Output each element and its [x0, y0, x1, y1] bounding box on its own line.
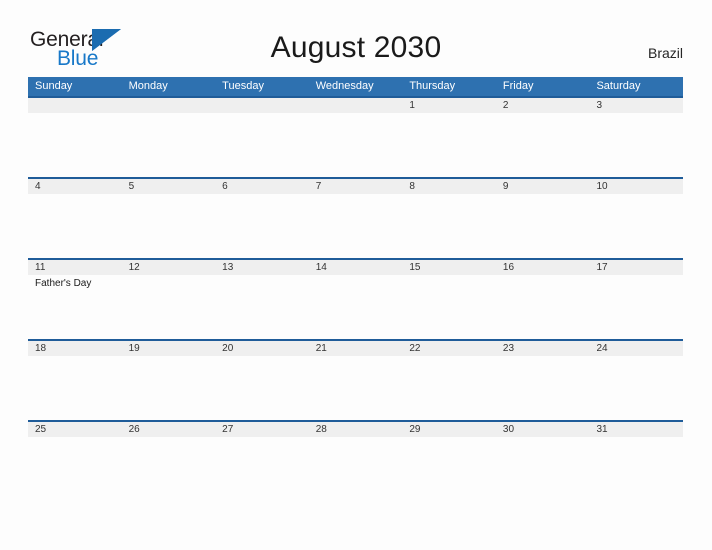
weekday-header-monday: Monday	[128, 80, 168, 92]
day-cell-note[interactable]	[215, 113, 309, 177]
day-cell-note[interactable]	[309, 437, 403, 501]
day-cell-note[interactable]	[402, 194, 496, 258]
weekday-header-sunday: Sunday	[35, 80, 73, 92]
day-number[interactable]: 31	[589, 422, 683, 437]
day-cell-note[interactable]	[589, 194, 683, 258]
day-number[interactable]	[122, 98, 216, 113]
day-cell-note[interactable]	[402, 437, 496, 501]
day-cell-note[interactable]	[589, 275, 683, 339]
day-number[interactable]: 24	[589, 341, 683, 356]
weekday-header-thursday: Thursday	[409, 80, 456, 92]
weekday-header-tuesday: Tuesday	[222, 80, 264, 92]
day-number[interactable]: 21	[309, 341, 403, 356]
day-cell-note[interactable]	[589, 437, 683, 501]
day-cell-note[interactable]	[122, 275, 216, 339]
day-cell-note[interactable]	[589, 113, 683, 177]
day-number[interactable]: 9	[496, 179, 590, 194]
weekday-header-friday: Friday	[502, 80, 534, 92]
day-number[interactable]: 2	[496, 98, 590, 113]
day-number[interactable]: 1	[402, 98, 496, 113]
day-number[interactable]: 22	[402, 341, 496, 356]
day-number[interactable]: 25	[28, 422, 122, 437]
day-cell-note[interactable]	[122, 113, 216, 177]
day-number[interactable]: 7	[309, 179, 403, 194]
calendar-week-row: 1 2 3	[28, 96, 683, 177]
day-number[interactable]: 14	[309, 260, 403, 275]
day-number[interactable]: 11	[28, 260, 122, 275]
week-cell-row	[28, 194, 683, 258]
week-date-strip: 25 26 27 28 29 30 31	[28, 422, 683, 437]
week-date-strip: 4 5 6 7 8 9 10	[28, 179, 683, 194]
day-cell-note[interactable]	[309, 275, 403, 339]
day-cell-note[interactable]	[496, 356, 590, 420]
calendar-page: General Blue August 2030 Brazil Sunday M…	[0, 0, 712, 550]
week-cell-row	[28, 113, 683, 177]
day-cell-note[interactable]	[215, 356, 309, 420]
day-cell-note[interactable]	[589, 356, 683, 420]
day-number[interactable]: 19	[122, 341, 216, 356]
day-cell-note[interactable]: Father's Day	[28, 275, 122, 339]
day-number[interactable]: 16	[496, 260, 590, 275]
day-cell-note[interactable]	[402, 275, 496, 339]
day-cell-note[interactable]	[28, 356, 122, 420]
weekday-header-wednesday: Wednesday	[315, 80, 374, 92]
day-cell-note[interactable]	[496, 275, 590, 339]
page-header: General Blue August 2030 Brazil	[0, 0, 712, 76]
day-cell-note[interactable]	[215, 437, 309, 501]
calendar-week-row: 4 5 6 7 8 9 10	[28, 177, 683, 258]
day-number[interactable]: 27	[215, 422, 309, 437]
day-cell-note[interactable]	[122, 194, 216, 258]
day-cell-note[interactable]	[215, 275, 309, 339]
day-number[interactable]: 26	[122, 422, 216, 437]
day-number[interactable]: 30	[496, 422, 590, 437]
day-number[interactable]: 3	[589, 98, 683, 113]
weekday-header-saturday: Saturday	[596, 80, 641, 92]
day-cell-note[interactable]	[402, 113, 496, 177]
day-cell-note[interactable]	[496, 194, 590, 258]
day-number[interactable]	[28, 98, 122, 113]
day-number[interactable]: 12	[122, 260, 216, 275]
week-date-strip: 11 12 13 14 15 16 17	[28, 260, 683, 275]
day-number[interactable]: 13	[215, 260, 309, 275]
week-cell-row	[28, 356, 683, 420]
day-cell-note[interactable]	[309, 194, 403, 258]
day-number[interactable]: 8	[402, 179, 496, 194]
day-cell-note[interactable]	[122, 356, 216, 420]
day-number[interactable]: 18	[28, 341, 122, 356]
week-date-strip: 1 2 3	[28, 98, 683, 113]
day-number[interactable]: 23	[496, 341, 590, 356]
week-cell-row	[28, 437, 683, 501]
day-number[interactable]: 6	[215, 179, 309, 194]
day-cell-note[interactable]	[309, 113, 403, 177]
weekday-header-row: Sunday Monday Tuesday Wednesday Thursday…	[28, 77, 683, 96]
day-cell-note[interactable]	[402, 356, 496, 420]
day-cell-note[interactable]	[122, 437, 216, 501]
page-title: August 2030	[270, 31, 442, 64]
day-cell-note[interactable]	[28, 194, 122, 258]
week-date-strip: 18 19 20 21 22 23 24	[28, 341, 683, 356]
day-number[interactable]: 29	[402, 422, 496, 437]
day-number[interactable]: 20	[215, 341, 309, 356]
calendar-week-row: 25 26 27 28 29 30 31	[28, 420, 683, 501]
day-cell-note[interactable]	[496, 113, 590, 177]
logo-word-blue: Blue	[57, 47, 99, 70]
day-number[interactable]: 17	[589, 260, 683, 275]
day-number[interactable]: 10	[589, 179, 683, 194]
day-cell-note[interactable]	[28, 437, 122, 501]
day-number[interactable]	[215, 98, 309, 113]
day-cell-note[interactable]	[215, 194, 309, 258]
day-number[interactable]: 28	[309, 422, 403, 437]
day-number[interactable]	[309, 98, 403, 113]
day-number[interactable]: 15	[402, 260, 496, 275]
week-cell-row: Father's Day	[28, 275, 683, 339]
day-cell-note[interactable]	[496, 437, 590, 501]
calendar-week-row: 18 19 20 21 22 23 24	[28, 339, 683, 420]
calendar-week-row: 11 12 13 14 15 16 17 Father's Day	[28, 258, 683, 339]
day-cell-note[interactable]	[28, 113, 122, 177]
country-label: Brazil	[647, 45, 683, 61]
day-cell-note[interactable]	[309, 356, 403, 420]
calendar-table: Sunday Monday Tuesday Wednesday Thursday…	[28, 77, 683, 501]
day-number[interactable]: 4	[28, 179, 122, 194]
day-number[interactable]: 5	[122, 179, 216, 194]
